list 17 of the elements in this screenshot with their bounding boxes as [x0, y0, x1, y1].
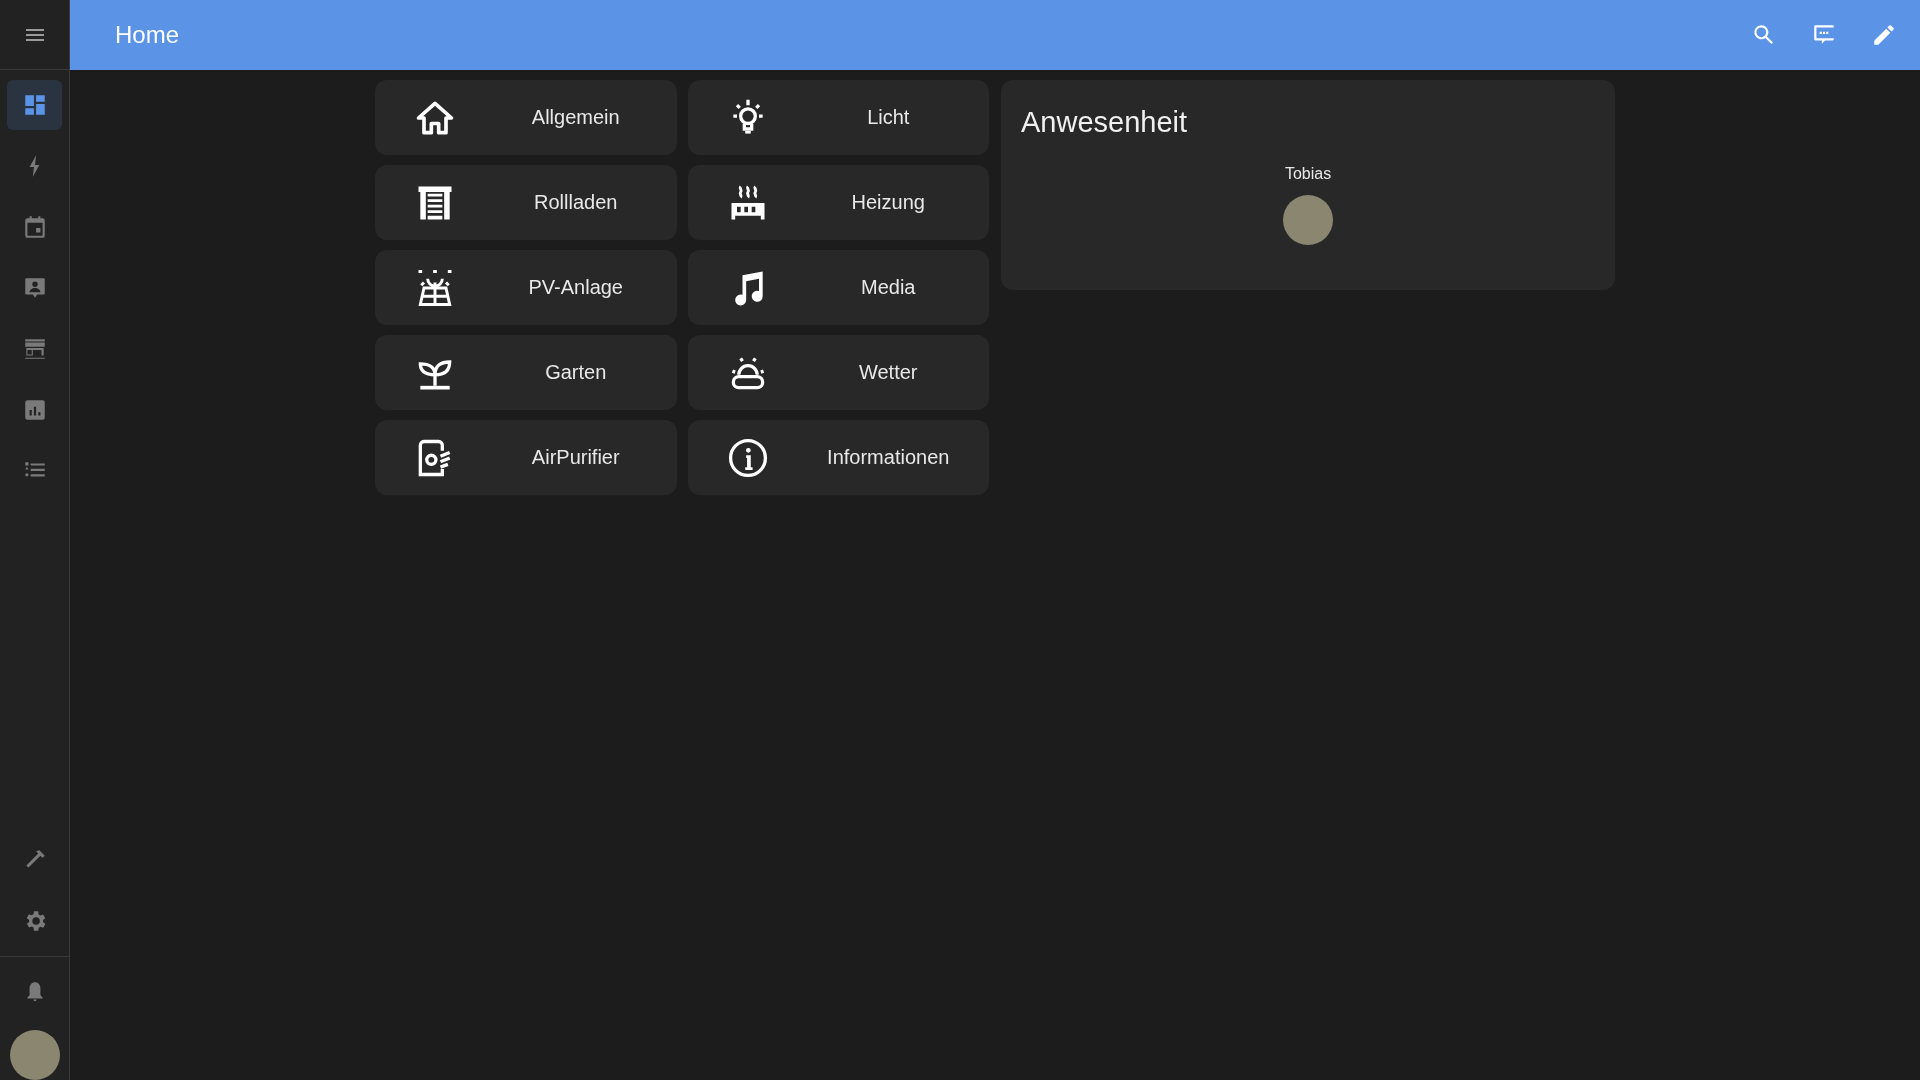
area-tile[interactable]: Rollladen	[375, 165, 677, 240]
area-tile[interactable]: Media	[687, 250, 989, 325]
area-tile[interactable]: PV-Anlage	[375, 250, 677, 325]
page-title: Home	[115, 21, 181, 49]
area-tile[interactable]: Allgemein	[375, 80, 677, 155]
area-tile[interactable]: Informationen	[687, 420, 989, 495]
sidebar-item[interactable]	[7, 80, 62, 130]
card-title: Anwesenheit	[1021, 105, 1189, 139]
area-tile[interactable]: Heizung	[687, 165, 989, 240]
area-tile[interactable]: Wetter	[687, 335, 989, 410]
pencil-icon	[1871, 22, 1897, 48]
area-tile[interactable]: Garten	[375, 335, 677, 410]
user-avatar[interactable]	[9, 1030, 60, 1080]
person-name: Tobias	[1284, 165, 1332, 183]
area-tile[interactable]: AirPurifier	[375, 420, 677, 495]
area-tile[interactable]: Licht	[687, 80, 989, 155]
person-avatar[interactable]	[1283, 195, 1333, 245]
